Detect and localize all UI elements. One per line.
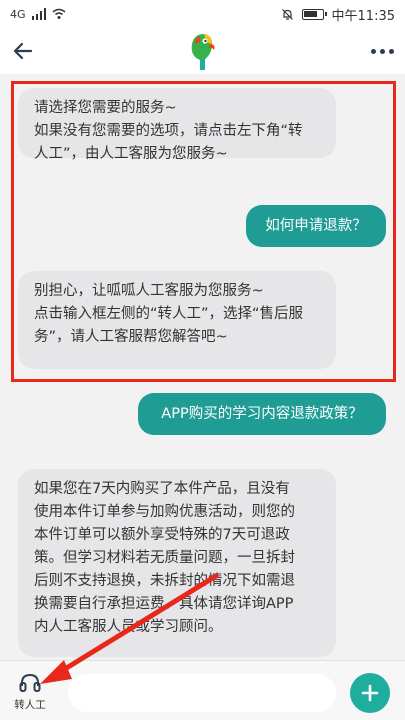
message-line: APP购买的学习内容退款政策？ xyxy=(161,405,363,422)
message-line: 后则不支持退换，未拆封的情况下如需退 xyxy=(34,573,295,589)
message-input[interactable] xyxy=(68,674,336,712)
carrier-label: 4G xyxy=(10,7,26,21)
transfer-to-human-button[interactable]: 转人工 xyxy=(8,671,52,717)
add-button[interactable] xyxy=(350,673,390,713)
bot-message: 如果您在7天内购买了本件产品，且没有 使用本件订单参与加购优惠活动，则您的 本件… xyxy=(18,469,336,657)
back-button[interactable] xyxy=(8,36,38,66)
message-line: 别担心，让呱呱人工客服为您服务~ xyxy=(34,283,264,299)
battery-icon xyxy=(301,8,327,20)
wifi-icon xyxy=(52,8,66,19)
nav-bar xyxy=(0,28,405,74)
status-right: 中午11:35 xyxy=(281,5,395,24)
message-line: 人工”，由人工客服为您服务~ xyxy=(34,146,228,162)
headset-icon xyxy=(19,673,41,692)
message-line: 请选择您需要的服务~ xyxy=(34,100,177,116)
message-line: 策。但学习材料若无质量问题，一旦拆封 xyxy=(34,550,295,566)
more-button[interactable] xyxy=(367,36,397,66)
transfer-to-human-label: 转人工 xyxy=(14,699,46,711)
input-bar: 转人工 xyxy=(0,660,405,720)
user-message: 如何申请退款？ xyxy=(246,205,386,247)
status-bar: 4G 中午11:35 xyxy=(0,0,405,28)
clock: 中午11:35 xyxy=(331,8,395,24)
plus-icon xyxy=(361,684,379,702)
message-line: 如果没有您需要的选项，请点击左下角“转 xyxy=(34,123,303,139)
more-dots-icon xyxy=(370,48,394,54)
message-line: 本件订单可以额外享受特殊的7天可退政 xyxy=(34,527,290,543)
user-message: APP购买的学习内容退款政策？ xyxy=(138,393,386,435)
message-line: 如果您在7天内购买了本件产品，且没有 xyxy=(34,481,290,497)
bot-message: 请选择您需要的服务~ 如果没有您需要的选项，请点击左下角“转 人工”，由人工客服… xyxy=(18,88,336,162)
message-line: 务”，请人工客服帮您解答吧~ xyxy=(34,329,228,345)
parrot-logo-icon xyxy=(191,34,215,70)
signal-icon xyxy=(31,8,46,20)
message-line: 使用本件订单参与加购优惠活动，则您的 xyxy=(34,504,295,520)
message-line: 如何申请退款？ xyxy=(265,217,367,234)
back-arrow-icon xyxy=(13,42,33,60)
message-line: 点击输入框左侧的“转人工”，选择“售后服 xyxy=(34,306,304,322)
message-line: 内人工客服人员或学习顾问。 xyxy=(34,619,223,635)
bot-message: 别担心，让呱呱人工客服为您服务~ 点击输入框左侧的“转人工”，选择“售后服 务”… xyxy=(18,271,336,369)
mute-bell-icon xyxy=(281,8,293,20)
chat-area[interactable]: 请选择您需要的服务~ 如果没有您需要的选项，请点击左下角“转 人工”，由人工客服… xyxy=(0,74,405,660)
status-left: 4G xyxy=(10,8,66,21)
message-line: 换需要自行承担运费。具体请您详询APP xyxy=(34,596,294,612)
